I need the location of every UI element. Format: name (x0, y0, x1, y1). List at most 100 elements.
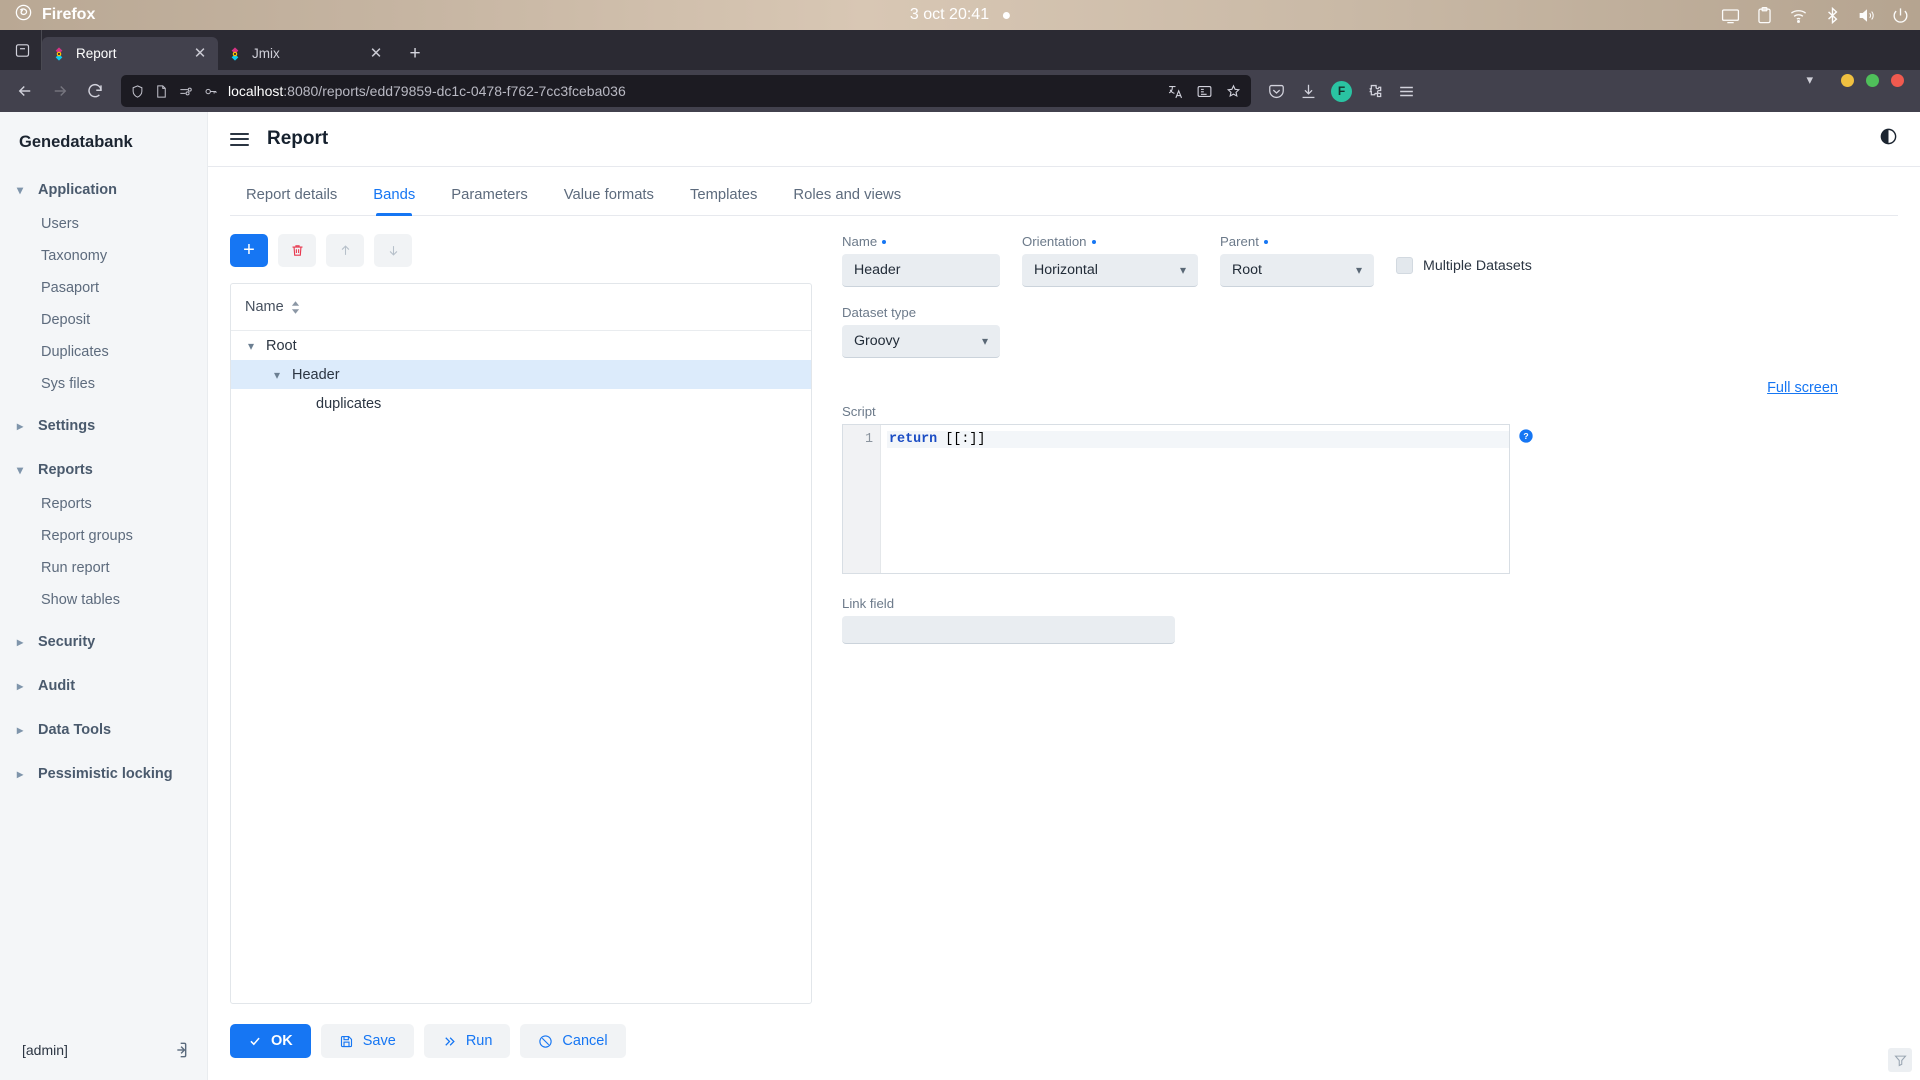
tab-value-formats[interactable]: Value formats (546, 187, 672, 215)
chevron-down-icon[interactable]: ▾ (1806, 72, 1813, 88)
tab-parameters[interactable]: Parameters (433, 187, 545, 215)
save-button[interactable]: Save (320, 1024, 414, 1058)
forward-button[interactable] (44, 75, 76, 107)
table-row[interactable]: ▾ Header (231, 360, 811, 389)
parent-select[interactable]: Root ▾ (1220, 254, 1374, 287)
browser-tab-report[interactable]: Report ✕ (42, 37, 218, 70)
sidebar-group-label: Reports (38, 462, 93, 478)
browser-tab-jmix[interactable]: Jmix ✕ (218, 37, 394, 70)
sidebar-item-show-tables[interactable]: Show tables (0, 584, 207, 616)
ok-button[interactable]: OK (230, 1024, 311, 1058)
translate-icon[interactable] (1167, 83, 1184, 100)
link-field-input[interactable] (842, 616, 1175, 644)
name-input[interactable]: Header (842, 254, 1000, 287)
wifi-icon[interactable] (1789, 6, 1808, 25)
window-controls[interactable]: ▾ (1806, 60, 1920, 100)
multiple-datasets-checkbox-group[interactable]: Multiple Datasets (1396, 234, 1532, 274)
chevron-down-icon[interactable]: ▾ (245, 339, 257, 353)
tree-column-header[interactable]: Name (231, 284, 811, 331)
orientation-field-group: Orientation Horizontal ▾ (1022, 234, 1198, 287)
menu-toggle-icon[interactable] (230, 132, 249, 146)
sidebar-item-reports[interactable]: Reports (0, 488, 207, 520)
downloads-icon[interactable] (1299, 82, 1318, 101)
sidebar-item-duplicates[interactable]: Duplicates (0, 336, 207, 368)
chevron-right-icon: ▸ (17, 635, 24, 649)
power-icon[interactable] (1891, 6, 1910, 25)
reader-mode-icon[interactable] (1196, 83, 1213, 100)
sidebar-item-pasaport[interactable]: Pasaport (0, 272, 207, 304)
screen-recorder-indicator (1888, 1048, 1912, 1072)
volume-icon[interactable] (1857, 6, 1876, 25)
sidebar-item-taxonomy[interactable]: Taxonomy (0, 240, 207, 272)
chevron-down-icon[interactable]: ▾ (271, 368, 283, 382)
sidebar-group-audit[interactable]: ▸ Audit (0, 660, 207, 704)
firefox-account-avatar[interactable]: F (1331, 80, 1352, 102)
sidebar-nav: ▾ Application Users Taxonomy Pasaport De… (0, 166, 207, 1026)
script-editor[interactable]: 1 return [[:]] (842, 424, 1510, 574)
help-circle-icon[interactable]: ? (1518, 428, 1534, 449)
chevron-down-icon: ▾ (17, 463, 24, 477)
sidebar-group-pessimistic-locking[interactable]: ▸ Pessimistic locking (0, 748, 207, 792)
tab-list-button[interactable] (4, 30, 42, 70)
cancel-button[interactable]: Cancel (520, 1024, 626, 1058)
orientation-select[interactable]: Horizontal ▾ (1022, 254, 1198, 287)
back-arrow-icon (18, 85, 31, 97)
url-bar[interactable]: localhost:8080/reports/edd79859-dc1c-047… (121, 75, 1251, 107)
sidebar-group-data-tools[interactable]: ▸ Data Tools (0, 704, 207, 748)
browser-toolbar-actions[interactable]: F (1261, 80, 1416, 102)
double-chevron-right-icon (445, 1036, 455, 1046)
sidebar-item-run-report[interactable]: Run report (0, 552, 207, 584)
table-row[interactable]: ▾ Root (231, 331, 811, 360)
logout-button[interactable] (169, 1040, 189, 1060)
sidebar-item-report-groups[interactable]: Report groups (0, 520, 207, 552)
dataset-type-select[interactable]: Groovy ▾ (842, 325, 1000, 358)
save-to-pocket-icon[interactable] (1267, 82, 1286, 101)
move-band-up-button[interactable] (326, 234, 364, 267)
reload-button[interactable] (79, 75, 111, 107)
minimize-button[interactable] (1841, 73, 1854, 87)
screen-icon[interactable] (1721, 6, 1740, 25)
move-band-down-button[interactable] (374, 234, 412, 267)
parent-field-group: Parent Root ▾ (1220, 234, 1374, 287)
full-screen-link[interactable]: Full screen (1767, 380, 1838, 396)
close-icon[interactable]: ✕ (367, 45, 385, 63)
tab-templates[interactable]: Templates (672, 187, 775, 215)
remove-band-button[interactable] (278, 234, 316, 267)
multiple-datasets-label: Multiple Datasets (1423, 257, 1532, 274)
tab-bands[interactable]: Bands (355, 187, 433, 215)
run-button[interactable]: Run (423, 1024, 511, 1058)
sidebar-group-settings[interactable]: ▸ Settings (0, 400, 207, 444)
sidebar-item-users[interactable]: Users (0, 208, 207, 240)
new-tab-button[interactable]: + (400, 37, 430, 70)
tab-report-details[interactable]: Report details (230, 187, 355, 215)
app-menu-icon[interactable] (1397, 82, 1416, 101)
dataset-type-field-group: Dataset type Groovy ▾ (842, 305, 1898, 358)
sidebar-item-deposit[interactable]: Deposit (0, 304, 207, 336)
code-keyword: return (889, 432, 938, 447)
back-button[interactable] (9, 75, 41, 107)
close-window-button[interactable] (1891, 73, 1904, 87)
sort-icon[interactable] (291, 300, 300, 314)
current-user-label: [admin] (22, 1042, 68, 1058)
tab-roles-and-views[interactable]: Roles and views (775, 187, 919, 215)
close-icon[interactable]: ✕ (191, 45, 209, 63)
tree-rows: ▾ Root ▾ Header duplicates (231, 331, 811, 1003)
theme-toggle-button[interactable] (1879, 127, 1898, 151)
os-tray[interactable] (1721, 6, 1910, 25)
jmix-favicon-icon (231, 46, 239, 61)
bookmark-star-icon[interactable] (1225, 83, 1242, 100)
url-bar-actions[interactable] (1167, 83, 1242, 100)
bluetooth-icon[interactable] (1823, 6, 1842, 25)
add-band-button[interactable]: + (230, 234, 268, 267)
sidebar-group-reports[interactable]: ▾ Reports (0, 444, 207, 488)
table-row[interactable]: duplicates (231, 389, 811, 418)
extensions-icon[interactable] (1365, 82, 1384, 101)
maximize-button[interactable] (1866, 73, 1879, 87)
script-code-area[interactable]: return [[:]] (881, 425, 1509, 573)
run-button-label: Run (465, 1033, 493, 1049)
clipboard-icon[interactable] (1755, 6, 1774, 25)
sidebar-item-sys-files[interactable]: Sys files (0, 368, 207, 400)
sidebar-group-security[interactable]: ▸ Security (0, 616, 207, 660)
multiple-datasets-checkbox[interactable] (1396, 257, 1413, 274)
sidebar-group-application[interactable]: ▾ Application (0, 172, 207, 208)
